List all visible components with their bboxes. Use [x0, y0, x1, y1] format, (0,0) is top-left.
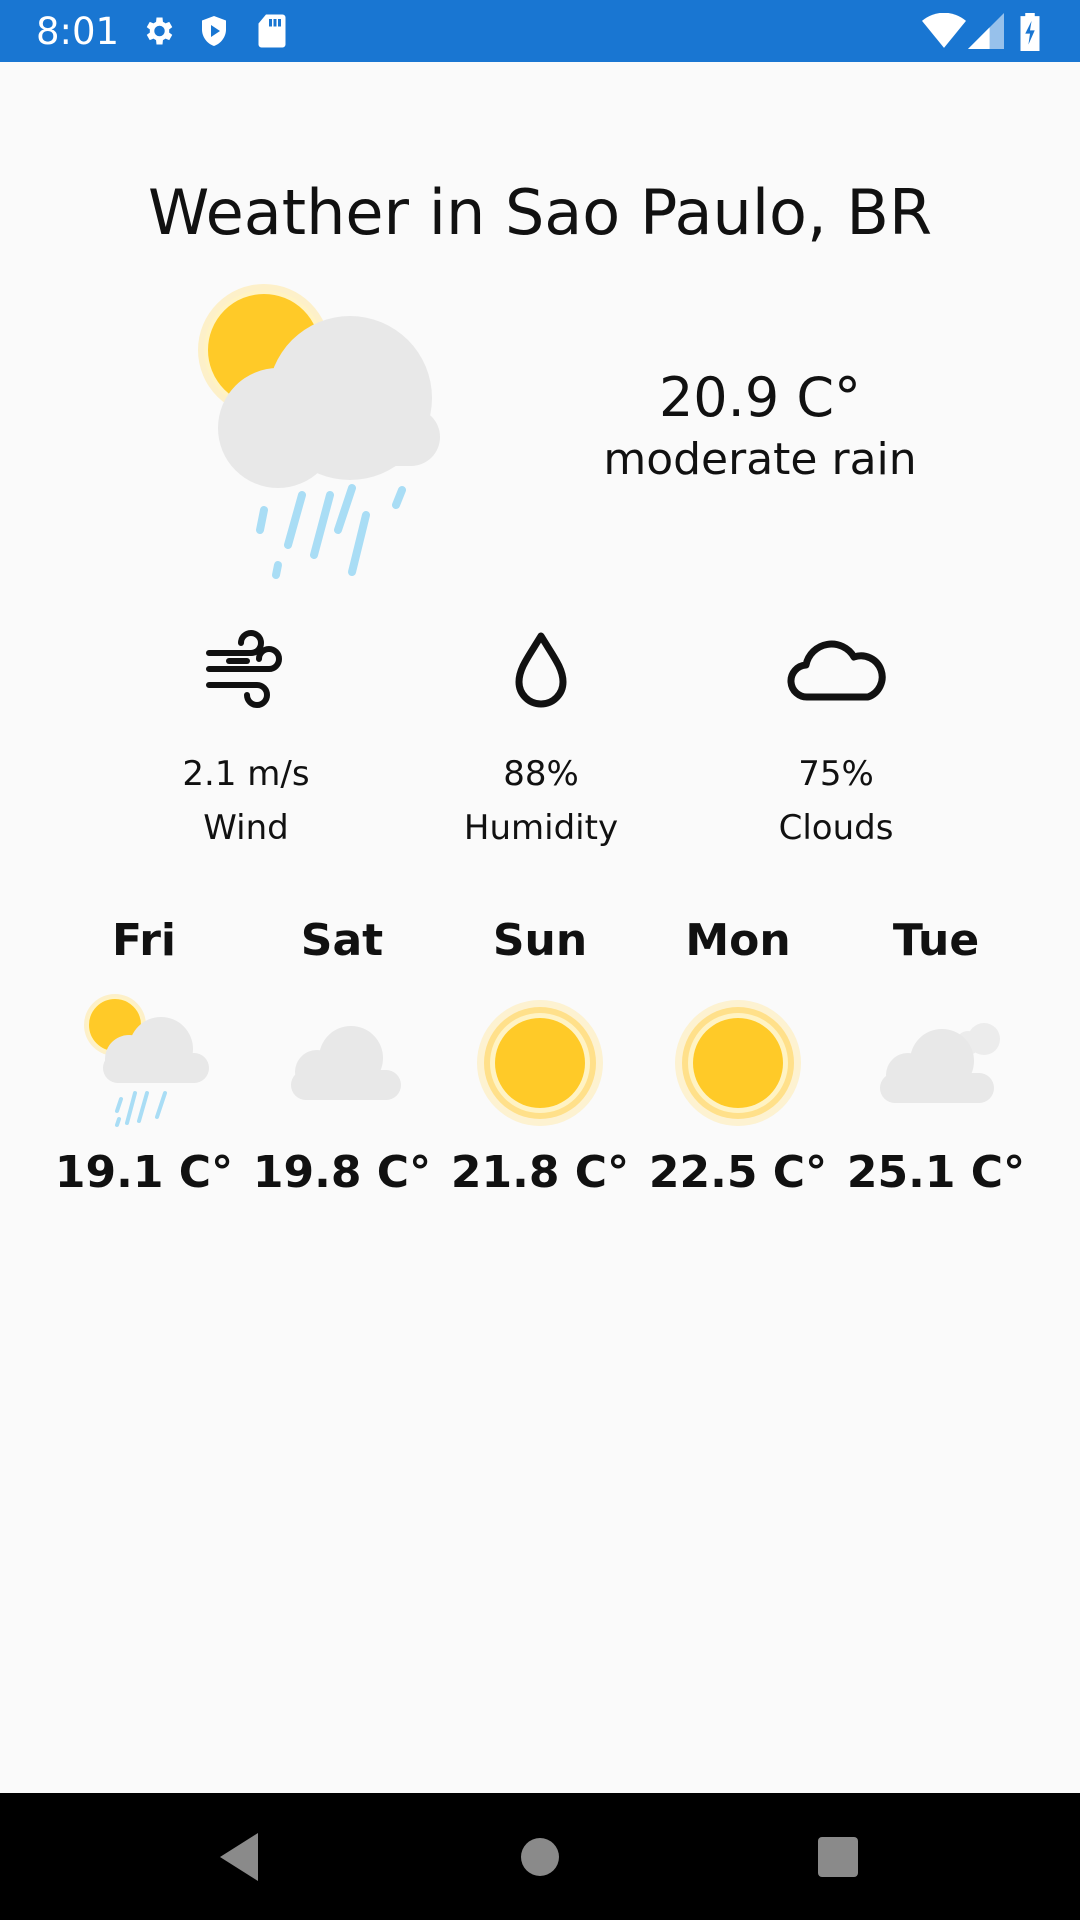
- wifi-icon: [922, 12, 966, 54]
- forecast-day-name: Tue: [892, 915, 980, 966]
- sun-cloud-rain-icon: [45, 989, 243, 1137]
- page-title: Weather in Sao Paulo, BR: [147, 176, 933, 249]
- current-temperature: 20.9 C°: [658, 366, 862, 429]
- forecast-day: Tue 25.1 C°: [837, 915, 1035, 1198]
- wind-value: 2.1 m/s: [182, 754, 310, 794]
- clouds-label: Clouds: [778, 808, 894, 848]
- cloud-icon: [243, 989, 441, 1137]
- battery-charging-icon: [1018, 13, 1042, 56]
- wind-stat: 2.1 m/s Wind: [96, 620, 396, 848]
- cloud-icon: [837, 989, 1035, 1137]
- status-bar: 8:01: [0, 0, 1080, 62]
- signal-icon: [968, 13, 1004, 54]
- shield-icon: [196, 13, 232, 54]
- forecast-day-name: Mon: [685, 915, 791, 966]
- humidity-value: 88%: [503, 754, 579, 794]
- forecast-day: Mon 22.5 C°: [639, 915, 837, 1198]
- back-icon[interactable]: [212, 1827, 272, 1892]
- forecast-day-name: Sat: [300, 915, 384, 966]
- sun-icon: [639, 989, 837, 1137]
- forecast-day: Fri 19.1 C°: [45, 915, 243, 1198]
- forecast-day: Sun 21.8 C°: [441, 915, 639, 1198]
- home-icon[interactable]: [510, 1827, 570, 1892]
- cloud-icon: [686, 620, 986, 720]
- recents-icon[interactable]: [808, 1827, 868, 1892]
- forecast-temp: 19.1 C°: [54, 1147, 234, 1198]
- weather-description: moderate rain: [603, 434, 917, 485]
- humidity-stat: 88% Humidity: [391, 620, 691, 848]
- forecast-temp: 21.8 C°: [450, 1147, 630, 1198]
- droplet-icon: [391, 620, 691, 720]
- forecast-temp: 22.5 C°: [648, 1147, 828, 1198]
- clouds-stat: 75% Clouds: [686, 620, 986, 848]
- forecast-day: Sat 19.8 C°: [243, 915, 441, 1198]
- navigation-bar: [0, 1793, 1080, 1920]
- sun-cloud-rain-icon: [190, 280, 450, 595]
- forecast-temp: 25.1 C°: [846, 1147, 1026, 1198]
- wind-label: Wind: [203, 808, 289, 848]
- gear-icon: [140, 13, 176, 54]
- wind-icon: [96, 620, 396, 720]
- forecast-temp: 19.8 C°: [252, 1147, 432, 1198]
- status-time: 8:01: [36, 10, 120, 53]
- clouds-value: 75%: [798, 754, 874, 794]
- forecast-day-name: Fri: [111, 915, 177, 966]
- forecast-day-name: Sun: [492, 915, 588, 966]
- sun-icon: [441, 989, 639, 1137]
- sd-card-icon: [256, 13, 288, 54]
- humidity-label: Humidity: [463, 808, 619, 848]
